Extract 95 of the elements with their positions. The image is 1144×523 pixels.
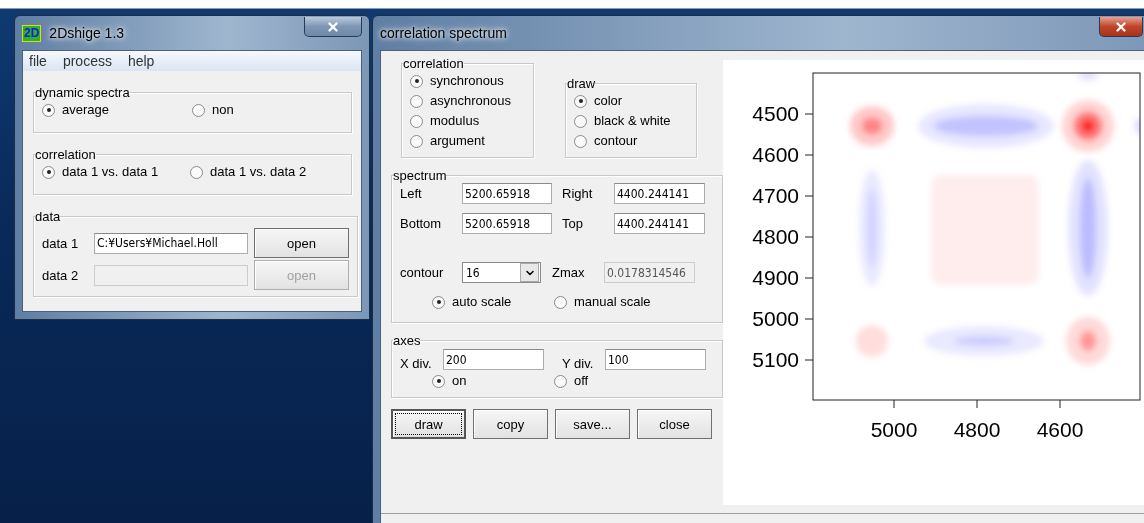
radio-label: off <box>574 372 589 390</box>
radio-button[interactable] <box>554 374 567 388</box>
radio-label: on <box>452 372 467 390</box>
tick-label: 4800 <box>752 225 799 248</box>
radio-label: data 1 vs. data 1 <box>62 163 159 181</box>
radio-option[interactable]: black & white <box>574 111 688 131</box>
file-path-field[interactable]: C:¥Users¥Michael.Holl <box>94 232 248 254</box>
field-label: Y div. <box>562 355 595 371</box>
group-title: correlation <box>403 56 464 71</box>
action-button[interactable]: save... <box>555 409 630 439</box>
radio-label: modulus <box>430 112 480 130</box>
number-field[interactable]: 5200.65918 <box>462 183 552 204</box>
menu-item[interactable]: process <box>62 53 112 69</box>
radio-option[interactable]: data 1 vs. data 1 <box>42 162 159 182</box>
radio-button[interactable] <box>42 165 55 179</box>
field-label: Zmax <box>551 265 586 280</box>
radio-label: contour <box>594 132 638 150</box>
field-label: Top <box>562 216 584 231</box>
close-icon <box>326 19 340 34</box>
tick-label: 5000 <box>752 307 799 330</box>
radio-option[interactable]: auto scale <box>432 292 512 312</box>
radio-option[interactable]: argument <box>410 131 525 151</box>
close-icon <box>1114 19 1128 34</box>
radio-button[interactable] <box>574 114 587 128</box>
field-label: X div. <box>400 355 433 371</box>
radio-label: auto scale <box>452 293 512 311</box>
radio-label: data 1 vs. data 2 <box>210 163 307 181</box>
number-field[interactable]: 4400.244141 <box>614 213 705 234</box>
radio-button[interactable] <box>192 103 205 117</box>
radio-option[interactable]: color <box>574 91 688 111</box>
field-label: Right <box>562 186 594 201</box>
field-label: data 2 <box>42 267 80 283</box>
radio-button[interactable] <box>410 114 423 128</box>
radio-button[interactable] <box>574 94 587 108</box>
menu-item[interactable]: help <box>127 53 155 69</box>
radio-label: non <box>212 101 234 119</box>
number-field[interactable]: 100 <box>605 349 706 370</box>
close-button[interactable] <box>1099 17 1143 37</box>
action-button[interactable]: copy <box>473 409 548 439</box>
radio-label: asynchronous <box>430 92 511 110</box>
group-title: axes <box>393 333 421 348</box>
number-field[interactable]: 200 <box>443 349 544 370</box>
radio-option[interactable]: average <box>42 100 109 120</box>
radio-label: synchronous <box>430 72 504 90</box>
field-label: contour <box>400 265 445 280</box>
radio-option[interactable]: data 1 vs. data 2 <box>190 162 307 182</box>
field-label: Left <box>400 186 423 201</box>
tick-label: 4700 <box>752 184 799 207</box>
contour-dropdown[interactable]: 16 <box>462 262 541 283</box>
group-title: spectrum <box>393 168 447 183</box>
radio-option[interactable]: contour <box>574 131 688 151</box>
radio-button[interactable] <box>410 134 423 148</box>
number-field[interactable]: 4400.244141 <box>614 183 705 204</box>
radio-button[interactable] <box>554 295 567 309</box>
close-button[interactable] <box>304 17 362 37</box>
radio-button[interactable] <box>574 134 587 148</box>
field-label: data 1 <box>42 235 80 251</box>
radio-button[interactable] <box>432 295 445 309</box>
radio-label: black & white <box>594 112 671 130</box>
tick-label: 4500 <box>752 102 799 125</box>
radio-option[interactable]: on <box>432 371 467 391</box>
tick-label: 4900 <box>752 266 799 289</box>
tick-label: 5000 <box>870 418 918 441</box>
group-title: draw <box>567 76 596 91</box>
group-title: dynamic spectra <box>35 85 130 100</box>
tick-label: 5100 <box>752 348 799 371</box>
radio-option[interactable]: asynchronous <box>410 91 525 111</box>
radio-label: argument <box>430 132 485 150</box>
field-label: Bottom <box>400 216 443 231</box>
radio-option[interactable]: manual scale <box>554 292 651 312</box>
radio-option[interactable]: off <box>554 371 589 391</box>
window-title: correlation spectrum <box>380 25 507 41</box>
radio-label: color <box>594 92 623 110</box>
radio-button[interactable] <box>42 103 55 117</box>
radio-label: manual scale <box>574 293 651 311</box>
window-title: 2Dshige 1.3 <box>49 25 125 41</box>
radio-option[interactable]: non <box>192 100 234 120</box>
radio-option[interactable]: modulus <box>410 111 525 131</box>
action-button[interactable]: close <box>637 409 712 439</box>
tick-label: 4600 <box>1036 418 1084 441</box>
radio-button[interactable] <box>410 94 423 108</box>
app-icon: 2D <box>22 24 42 42</box>
action-button[interactable]: draw <box>391 409 466 439</box>
radio-option[interactable]: synchronous <box>410 71 525 91</box>
radio-button[interactable] <box>432 374 445 388</box>
radio-button[interactable] <box>410 74 423 88</box>
menu-item[interactable]: file <box>29 53 47 69</box>
open-button[interactable]: open <box>254 228 349 258</box>
radio-button[interactable] <box>190 165 203 179</box>
group-title: correlation <box>35 147 96 162</box>
group-title: data <box>35 209 61 224</box>
tick-label: 4600 <box>752 143 799 166</box>
tick-label: 4800 <box>953 418 1001 441</box>
number-field[interactable]: 5200.65918 <box>462 213 552 234</box>
radio-label: average <box>62 101 109 119</box>
